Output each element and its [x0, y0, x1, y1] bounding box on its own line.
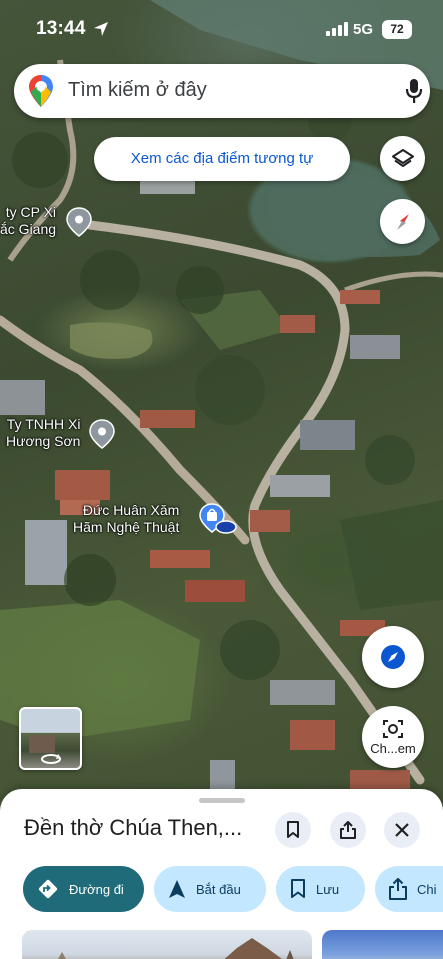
place-label-company-tnhh-xi[interactable]: Ty TNHH Xi Hương Sơn — [6, 416, 80, 450]
network-type: 5G — [353, 21, 374, 38]
share-place-button[interactable] — [330, 812, 366, 848]
place-label-tattoo-shop[interactable]: Đức Huân Xăm Hãm Nghệ Thuật — [73, 502, 179, 536]
similar-places-chip[interactable]: Xem các địa điểm tương tự — [94, 137, 350, 181]
screenshot-search-button[interactable]: Ch...em — [362, 706, 424, 768]
save-place-button[interactable] — [275, 812, 311, 848]
place-label-line: Hãm Nghệ Thuật — [73, 519, 180, 535]
place-bottom-sheet[interactable]: Đền thờ Chúa Then,... Đường đi Bắt đầu L… — [0, 789, 443, 959]
cellular-signal-icon — [326, 22, 348, 36]
place-photo[interactable] — [322, 930, 443, 959]
status-time: 13:44 — [36, 18, 86, 39]
layers-button[interactable] — [380, 136, 425, 181]
search-input[interactable]: Tìm kiếm ở đây — [68, 79, 207, 102]
street-view-thumbnail[interactable] — [19, 707, 82, 770]
navigation-compass-icon — [381, 645, 405, 669]
search-bar[interactable]: Tìm kiếm ở đây — [14, 64, 430, 118]
compass-icon — [396, 213, 409, 230]
location-pin-icon[interactable] — [66, 207, 92, 237]
directions-icon — [38, 879, 58, 899]
action-buttons-row: Đường đi Bắt đầu Lưu Chi — [23, 866, 443, 912]
directions-button[interactable]: Đường đi — [23, 866, 144, 912]
share-button[interactable]: Chi — [375, 866, 443, 912]
microphone-icon[interactable] — [405, 78, 423, 104]
place-photos-strip[interactable] — [22, 930, 443, 959]
screenshot-search-label: Ch...em — [370, 740, 416, 756]
layers-icon — [391, 148, 414, 167]
battery-indicator: 72 — [382, 20, 412, 39]
place-title: Đền thờ Chúa Then,... — [24, 815, 243, 840]
compass-button[interactable] — [380, 199, 425, 244]
start-label: Bắt đầu — [196, 881, 241, 897]
share-icon — [340, 821, 356, 839]
place-label-line: Ty TNHH Xi — [6, 416, 81, 432]
church-roof-image — [58, 938, 294, 959]
place-label-line: ắc Giang — [0, 221, 57, 237]
close-sheet-button[interactable] — [384, 812, 420, 848]
directions-label: Đường đi — [69, 881, 124, 897]
location-pin-icon[interactable] — [89, 419, 115, 449]
place-photo[interactable] — [22, 930, 312, 959]
shopping-bag-pin-icon[interactable] — [198, 503, 238, 537]
google-maps-pin-icon — [29, 75, 53, 107]
navigation-arrow-icon — [169, 880, 185, 898]
place-label-line: ty CP Xi — [5, 204, 57, 220]
save-label: Lưu — [316, 881, 340, 897]
status-bar: 13:44 5G 72 — [0, 0, 443, 58]
bookmark-icon — [287, 821, 299, 838]
place-label-line: Hương Sơn — [6, 433, 81, 449]
share-icon — [389, 878, 407, 900]
save-button[interactable]: Lưu — [276, 866, 365, 912]
street-view-image — [29, 735, 55, 753]
close-icon — [395, 823, 409, 837]
my-location-button[interactable] — [362, 626, 424, 688]
start-button[interactable]: Bắt đầu — [154, 866, 266, 912]
share-label: Chi — [417, 881, 437, 897]
place-label-line: Đức Huân Xăm — [82, 502, 180, 518]
street-view-rotate-icon — [41, 754, 61, 764]
location-arrow-icon — [94, 22, 108, 36]
sheet-drag-handle[interactable] — [199, 798, 245, 803]
place-label-company-cp-xi[interactable]: ty CP Xi ắc Giang — [0, 204, 56, 238]
bookmark-icon — [291, 879, 305, 898]
camera-search-icon — [383, 719, 403, 738]
